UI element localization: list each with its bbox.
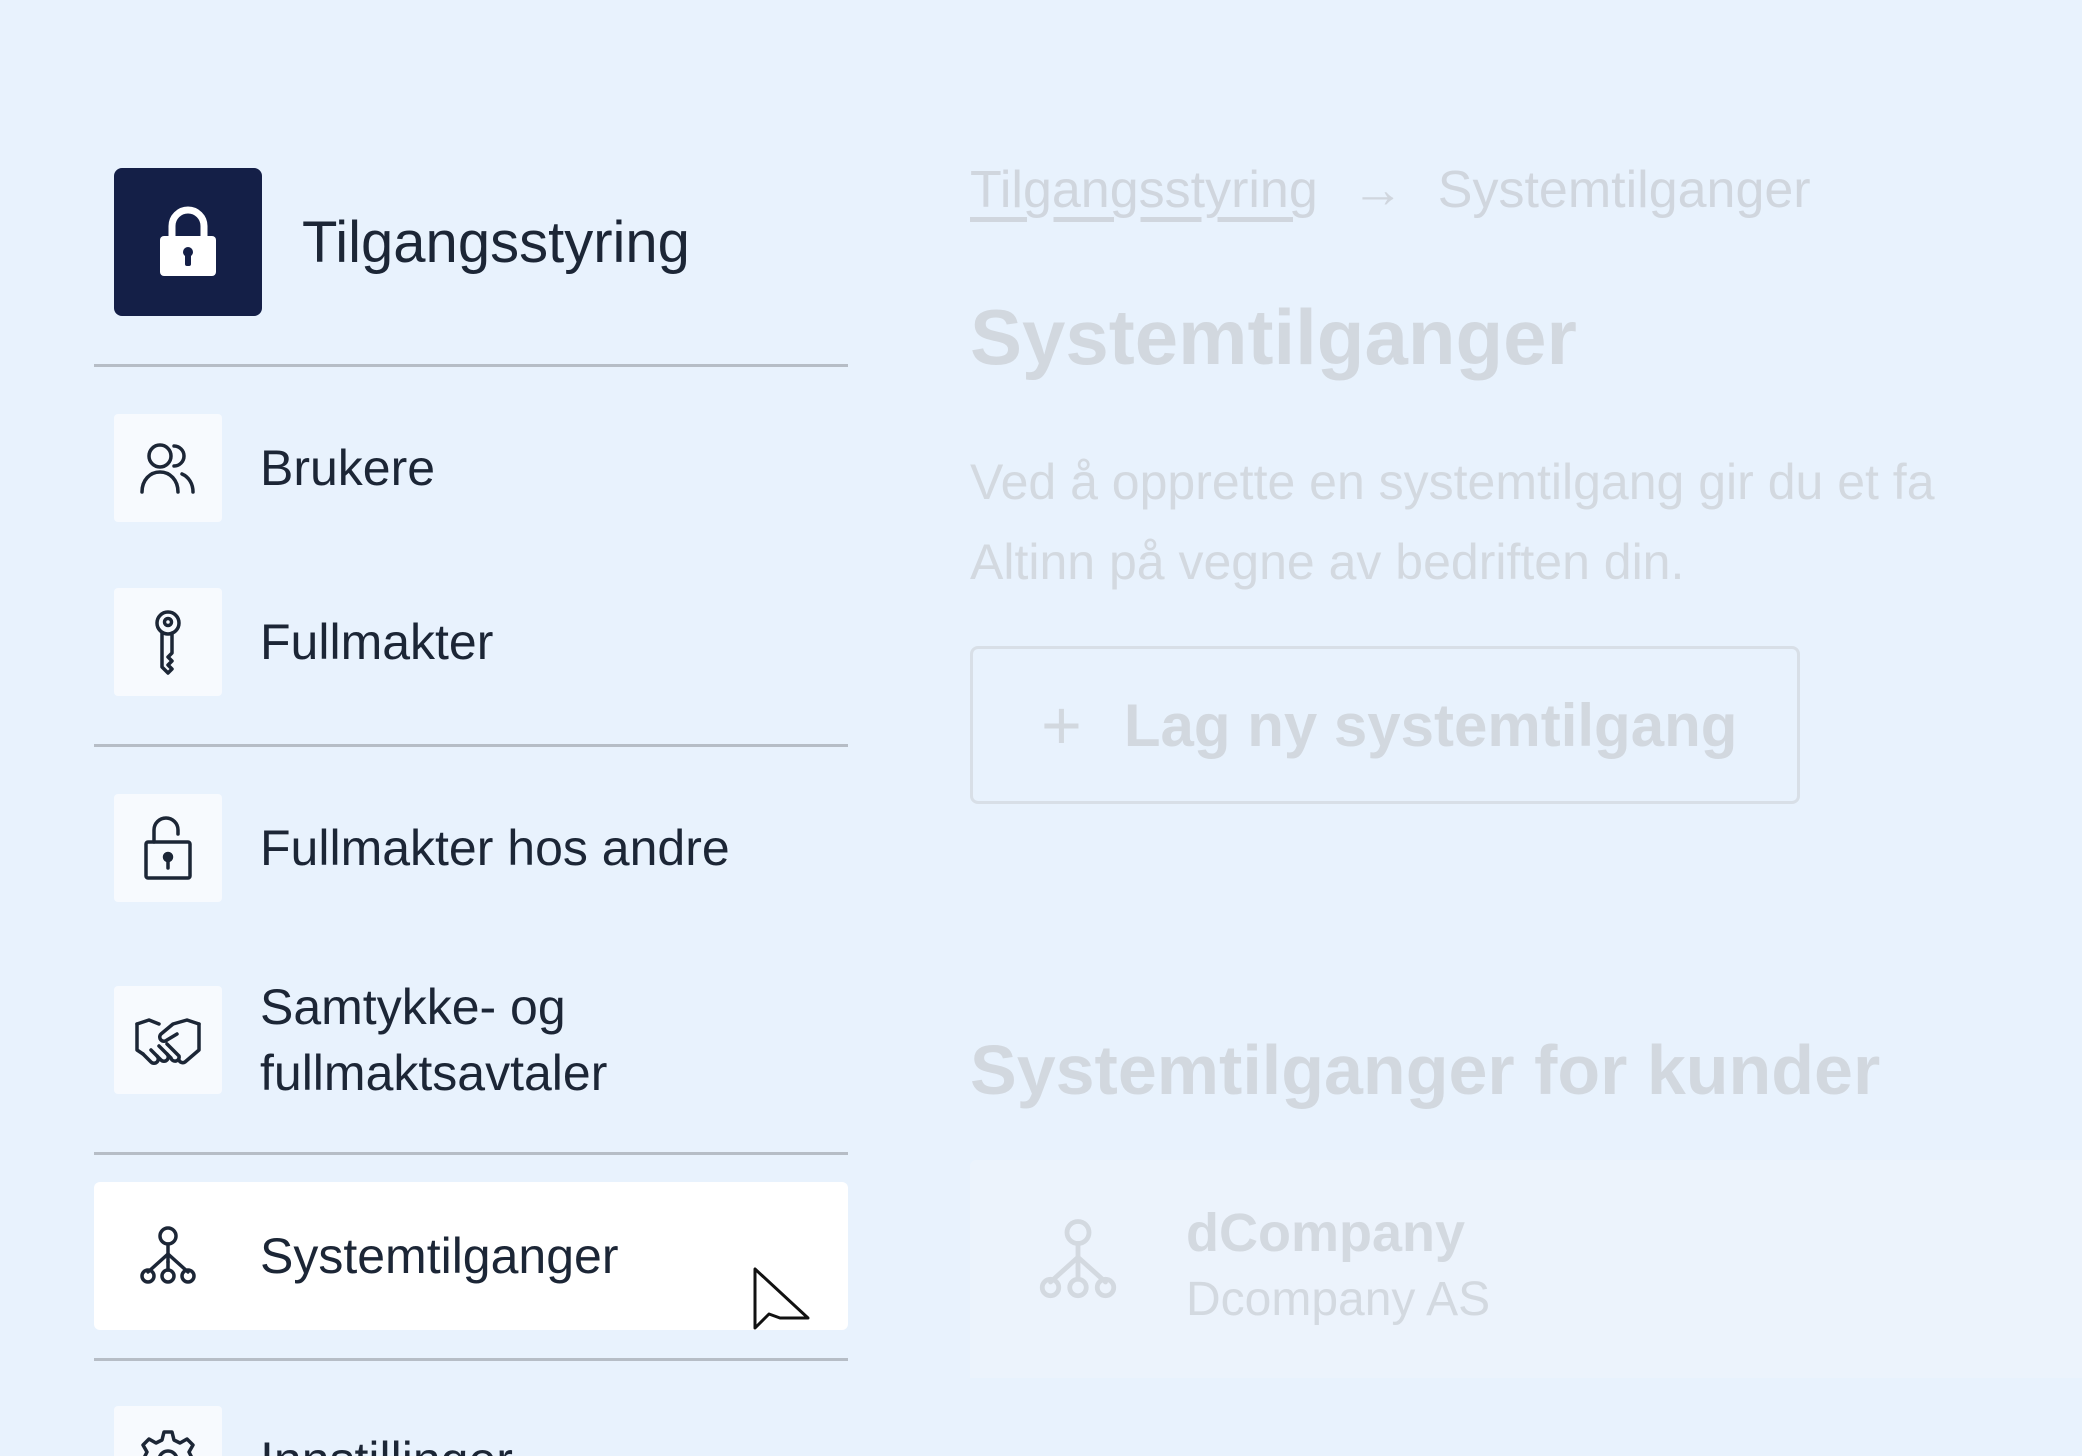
sidebar-menu: Tilgangsstyring Brukere Fullmakter Fullm… [0, 0, 880, 1456]
add-system-access-button[interactable]: + Lag ny systemtilgang [970, 646, 1800, 804]
customer-list-item[interactable]: dCompany Dcompany AS [970, 1160, 2082, 1378]
system-access-icon [1034, 1216, 1122, 1309]
key-icon [114, 588, 222, 696]
menu-divider [94, 1358, 848, 1361]
main-content: Tilgangsstyring → Systemtilganger System… [970, 0, 2082, 1456]
customers-section-title: Systemtilganger for kunder [970, 1031, 1881, 1109]
handshake-icon [114, 986, 222, 1094]
customer-org: Dcompany AS [1186, 1273, 1491, 1326]
mouse-cursor-icon [752, 1266, 812, 1351]
sidebar-item-systemtilganger[interactable]: Systemtilganger [94, 1182, 848, 1330]
sidebar-item-label-line1: Samtykke- og [260, 979, 566, 1035]
add-button-label: Lag ny systemtilgang [1123, 691, 1738, 759]
system-access-icon [114, 1202, 222, 1310]
app-window: Tilgangsstyring Brukere Fullmakter Fullm… [0, 0, 2082, 1456]
sidebar-item-innstillinger[interactable]: Innstillinger [94, 1406, 848, 1456]
menu-divider [94, 744, 848, 747]
sidebar-item-fullmakter-hos-andre[interactable]: Fullmakter hos andre [94, 794, 848, 902]
menu-divider [94, 1152, 848, 1155]
page-description: Ved å opprette en systemtilgang gir du e… [970, 442, 1935, 602]
sidebar-item-label: Samtykke- og fullmaktsavtaler [260, 974, 607, 1106]
arrow-right-icon: → [1351, 161, 1404, 219]
sidebar-item-label: Fullmakter hos andre [260, 820, 730, 876]
sidebar-item-label: Brukere [260, 440, 436, 496]
menu-header-title: Tilgangsstyring [302, 209, 690, 275]
description-line2: Altinn på vegne av bedriften din. [970, 534, 1685, 590]
sidebar-item-brukere[interactable]: Brukere [94, 414, 848, 522]
menu-divider [94, 364, 848, 367]
customer-name: dCompany [1186, 1203, 1466, 1263]
users-icon [114, 414, 222, 522]
sidebar-item-samtykke-og-fullmaktsavtaler[interactable]: Samtykke- og fullmaktsavtaler [94, 970, 848, 1110]
breadcrumb-link[interactable]: Tilgangsstyring [970, 160, 1318, 220]
breadcrumb: Tilgangsstyring → Systemtilganger [970, 160, 1811, 220]
plus-icon: + [1041, 686, 1082, 764]
description-line1: Ved å opprette en systemtilgang gir du e… [970, 454, 1935, 510]
lock-icon [114, 168, 262, 316]
sidebar-item-label-line2: fullmaktsavtaler [260, 1045, 608, 1101]
breadcrumb-current: Systemtilganger [1437, 161, 1811, 219]
menu-header: Tilgangsstyring [114, 168, 690, 316]
sidebar-item-fullmakter[interactable]: Fullmakter [94, 588, 848, 696]
gear-icon [114, 1406, 222, 1456]
padlock-open-icon [114, 794, 222, 902]
sidebar-item-label: Innstillinger [260, 1427, 513, 1456]
sidebar-item-label: Systemtilganger [260, 1228, 619, 1284]
page-title: Systemtilganger [970, 293, 1577, 381]
sidebar-item-label: Fullmakter [260, 614, 494, 670]
